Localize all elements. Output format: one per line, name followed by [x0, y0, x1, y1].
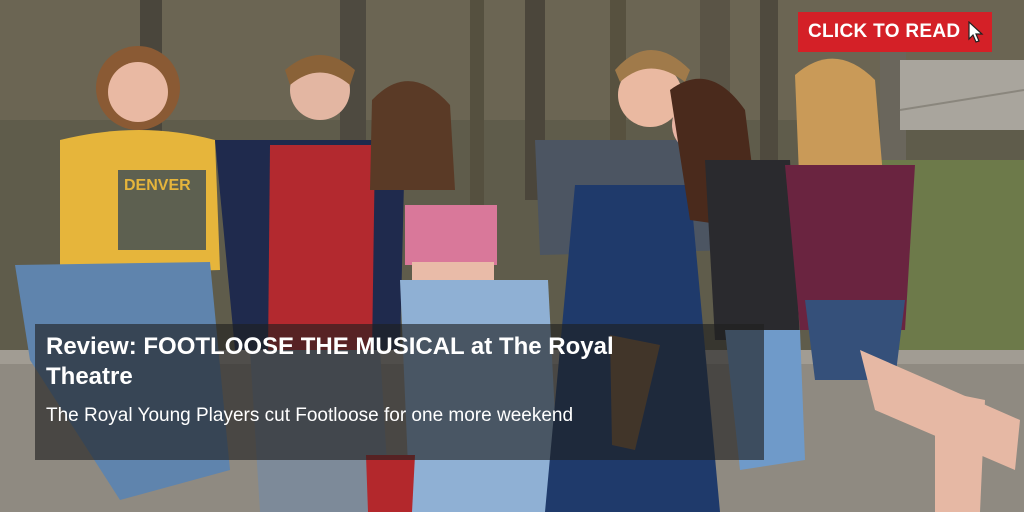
click-to-read-label: CLICK TO READ: [808, 21, 961, 42]
cursor-pointer-icon: [968, 21, 984, 43]
article-subhead: The Royal Young Players cut Footloose fo…: [46, 405, 574, 426]
shirt-text: DENVER: [124, 177, 191, 194]
article-headline[interactable]: Review: FOOTLOOSE THE MUSICAL at The Roy…: [46, 332, 686, 392]
click-to-read-button[interactable]: CLICK TO READ: [798, 12, 992, 52]
article-caption[interactable]: Review: FOOTLOOSE THE MUSICAL at The Roy…: [35, 324, 764, 460]
